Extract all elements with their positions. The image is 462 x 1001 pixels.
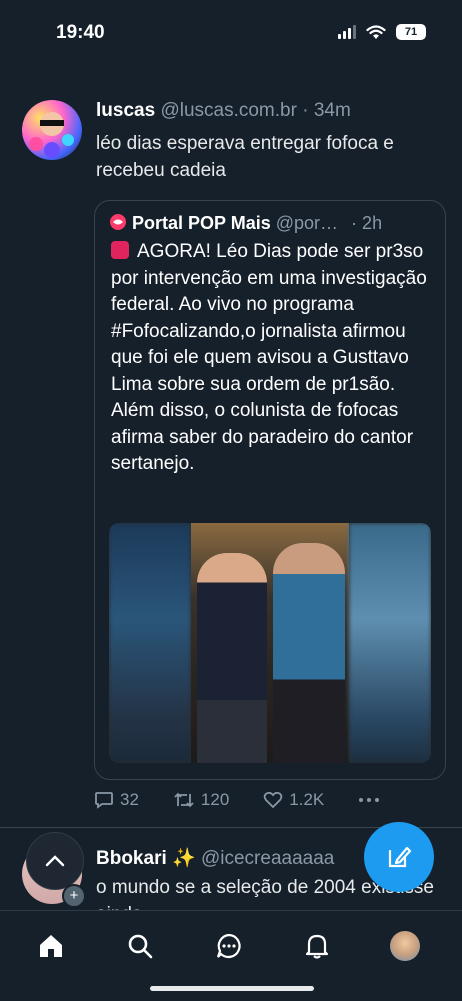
more-icon — [359, 798, 380, 802]
tweet-actions: 32 120 1.2K — [94, 790, 380, 810]
reply-button[interactable]: 32 — [94, 790, 139, 810]
search-icon — [128, 934, 153, 959]
nav-notifications[interactable] — [300, 929, 334, 963]
author-handle[interactable]: @luscas.com.br — [160, 100, 297, 121]
nav-grok[interactable] — [212, 929, 246, 963]
quote-author[interactable]: Portal POP Mais @por… · 2h — [109, 213, 382, 234]
portal-logo-icon — [110, 214, 126, 230]
siren-icon — [111, 241, 129, 259]
follow-plus-icon[interactable]: + — [62, 884, 86, 908]
grok-icon — [216, 933, 241, 959]
next-author-name[interactable]: Bbokari ✨ — [96, 848, 196, 869]
author-name[interactable]: luscas — [96, 100, 155, 121]
tweet-time: · 34m — [302, 100, 351, 121]
like-button[interactable]: 1.2K — [263, 790, 324, 810]
like-count: 1.2K — [289, 790, 325, 809]
media-photo — [191, 523, 349, 763]
media-blur-right — [349, 523, 431, 763]
nav-profile[interactable] — [388, 929, 422, 963]
quote-author-handle[interactable]: @por… — [276, 213, 338, 233]
tweet-author[interactable]: luscas @luscas.com.br · 34m — [96, 100, 351, 122]
repost-count: 120 — [200, 790, 230, 809]
compose-icon — [388, 846, 412, 868]
next-tweet-author[interactable]: Bbokari ✨ @icecreaaaaaa h — [96, 846, 408, 870]
compose-button[interactable] — [364, 822, 434, 892]
nav-home[interactable] — [34, 929, 68, 963]
more-button[interactable] — [358, 797, 380, 803]
bell-icon — [305, 934, 329, 959]
photo-person-left — [197, 553, 267, 763]
battery-icon: 71 — [396, 24, 426, 40]
scroll-to-top-button[interactable] — [26, 832, 84, 890]
avatar[interactable] — [22, 100, 82, 160]
repost-icon — [174, 792, 194, 808]
status-icons: 71 — [338, 24, 426, 40]
status-time: 19:40 — [56, 22, 105, 43]
quote-time: · 2h — [351, 213, 383, 233]
heart-icon — [264, 791, 283, 809]
reply-count: 32 — [120, 790, 139, 809]
quote-text: AGORA! Léo Dias pode ser pr3so por inter… — [111, 241, 427, 474]
chevron-up-icon — [45, 855, 65, 867]
tweet-text: léo dias esperava entregar fofoca e rece… — [96, 133, 394, 181]
next-author-handle[interactable]: @icecreaaaaaa — [201, 848, 334, 869]
media-blur-left — [109, 523, 191, 763]
quote-text-block: AGORA! Léo Dias pode ser pr3so por inter… — [111, 239, 436, 478]
nav-search[interactable] — [123, 929, 157, 963]
quote-author-name[interactable]: Portal POP Mais — [132, 213, 271, 233]
home-indicator — [150, 986, 314, 991]
photo-person-right — [273, 543, 345, 763]
profile-avatar — [390, 931, 420, 961]
reply-icon — [95, 792, 113, 809]
quote-media-image[interactable] — [109, 523, 431, 763]
home-icon — [40, 935, 62, 957]
signal-icon — [338, 25, 356, 39]
wifi-icon — [366, 24, 386, 39]
avatar-image — [29, 112, 74, 158]
quoted-tweet[interactable]: Portal POP Mais @por… · 2h AGORA! Léo Di… — [94, 200, 446, 780]
repost-button[interactable]: 120 — [173, 790, 229, 810]
